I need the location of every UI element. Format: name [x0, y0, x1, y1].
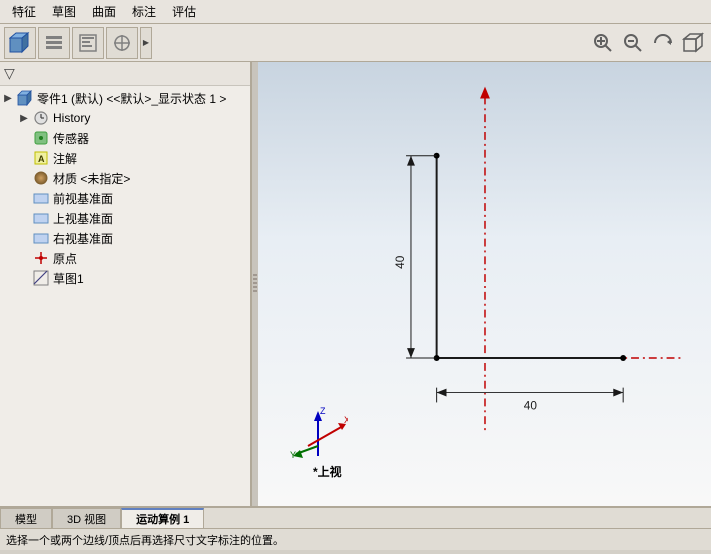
svg-text:Y: Y — [290, 450, 296, 460]
tree-root[interactable]: ▶ 零件1 (默认) <<默认>_显示状态 1 > — [0, 88, 250, 108]
right-plane-icon — [32, 229, 50, 247]
view-orient-icon — [681, 31, 705, 55]
tab-3d-view[interactable]: 3D 视图 — [52, 508, 121, 528]
view-tools — [589, 29, 707, 57]
feature-tree: ▶ 零件1 (默认) <<默认>_显示状态 1 > ▶ — [0, 86, 250, 506]
part-shape-icon — [9, 32, 31, 54]
notes-icon: A — [32, 149, 50, 167]
sensor-label: 传感器 — [53, 130, 246, 147]
svg-text:A: A — [38, 154, 45, 164]
svg-text:X: X — [344, 415, 348, 425]
sensor-icon — [32, 129, 50, 147]
tree-right-plane[interactable]: 右视基准面 — [0, 228, 250, 248]
status-bar: 选择一个或两个边线/顶点后再选择尺寸文字标注的位置。 — [0, 528, 711, 550]
tree-material[interactable]: 材质 <未指定> — [0, 168, 250, 188]
front-plane-label: 前视基准面 — [53, 190, 246, 207]
material-icon — [32, 169, 50, 187]
origin-label: 原点 — [53, 250, 246, 267]
menu-item-features[interactable]: 特征 — [4, 1, 44, 22]
bottom-tabs: 模型 3D 视图 运动算例 1 — [0, 506, 711, 528]
viewport[interactable]: 40 40 Z X — [258, 62, 711, 506]
axis-svg: Z X Y — [288, 406, 348, 466]
svg-text:40: 40 — [524, 398, 538, 412]
menu-item-annotation[interactable]: 标注 — [124, 1, 164, 22]
tree-sensor[interactable]: 传感器 — [0, 128, 250, 148]
crosshair-icon — [112, 33, 132, 53]
part-btn[interactable] — [4, 27, 36, 59]
tree-sketch1[interactable]: 草图1 — [0, 268, 250, 288]
history-label: History — [53, 111, 246, 125]
feature-tree-btn[interactable] — [38, 27, 70, 59]
tree-origin[interactable]: 原点 — [0, 248, 250, 268]
rotate-view-btn[interactable] — [649, 29, 677, 57]
material-label: 材质 <未指定> — [53, 170, 246, 187]
menu-item-surface[interactable]: 曲面 — [84, 1, 124, 22]
zoom-fit-icon — [621, 31, 645, 55]
sketch1-label: 草图1 — [53, 270, 246, 287]
axis-indicator: Z X Y — [288, 406, 348, 466]
zoom-area-icon — [591, 31, 615, 55]
history-icon — [32, 109, 50, 127]
zoom-area-btn[interactable] — [589, 29, 617, 57]
left-panel: ▽ ▶ 零件1 (默认) <<默认>_显示状态 1 > ▶ — [0, 62, 252, 506]
notes-label: 注解 — [53, 150, 246, 167]
tree-history[interactable]: ▶ History — [0, 108, 250, 128]
root-part-icon — [16, 89, 34, 107]
main-area: ▽ ▶ 零件1 (默认) <<默认>_显示状态 1 > ▶ — [0, 62, 711, 506]
tree-front-plane[interactable]: 前视基准面 — [0, 188, 250, 208]
root-label: 零件1 (默认) <<默认>_显示状态 1 > — [37, 90, 246, 107]
tree-top-plane[interactable]: 上视基准面 — [0, 208, 250, 228]
menu-bar: 特征 草图 曲面 标注 评估 — [0, 0, 711, 24]
properties-icon — [78, 33, 98, 53]
menu-item-evaluate[interactable]: 评估 — [164, 1, 204, 22]
menu-item-sketch[interactable]: 草图 — [44, 1, 84, 22]
tree-notes[interactable]: A 注解 — [0, 148, 250, 168]
top-plane-icon — [32, 209, 50, 227]
right-plane-label: 右视基准面 — [53, 230, 246, 247]
filter-icon: ▽ — [4, 65, 15, 82]
status-text: 选择一个或两个边线/顶点后再选择尺寸文字标注的位置。 — [6, 532, 284, 548]
tab-motion[interactable]: 运动算例 1 — [121, 508, 204, 528]
properties-btn[interactable] — [72, 27, 104, 59]
svg-text:40: 40 — [393, 255, 407, 269]
toolbar-more-btn[interactable]: ▶ — [140, 27, 152, 59]
svg-text:Z: Z — [320, 406, 326, 416]
rotate-view-icon — [651, 31, 675, 55]
toolbar: ▶ — [0, 24, 711, 62]
root-expand-icon[interactable]: ▶ — [0, 93, 16, 104]
tab-model[interactable]: 模型 — [0, 508, 52, 528]
view-orient-btn[interactable] — [679, 29, 707, 57]
top-plane-label: 上视基准面 — [53, 210, 246, 227]
filter-bar: ▽ — [0, 62, 250, 86]
sketch1-icon — [32, 269, 50, 287]
zoom-fit-btn[interactable] — [619, 29, 647, 57]
crosshair-btn[interactable] — [106, 27, 138, 59]
view-label: *上视 — [313, 463, 342, 480]
front-plane-icon — [32, 189, 50, 207]
history-expand-icon[interactable]: ▶ — [16, 113, 32, 124]
origin-icon — [32, 249, 50, 267]
feature-tree-icon — [44, 33, 64, 53]
